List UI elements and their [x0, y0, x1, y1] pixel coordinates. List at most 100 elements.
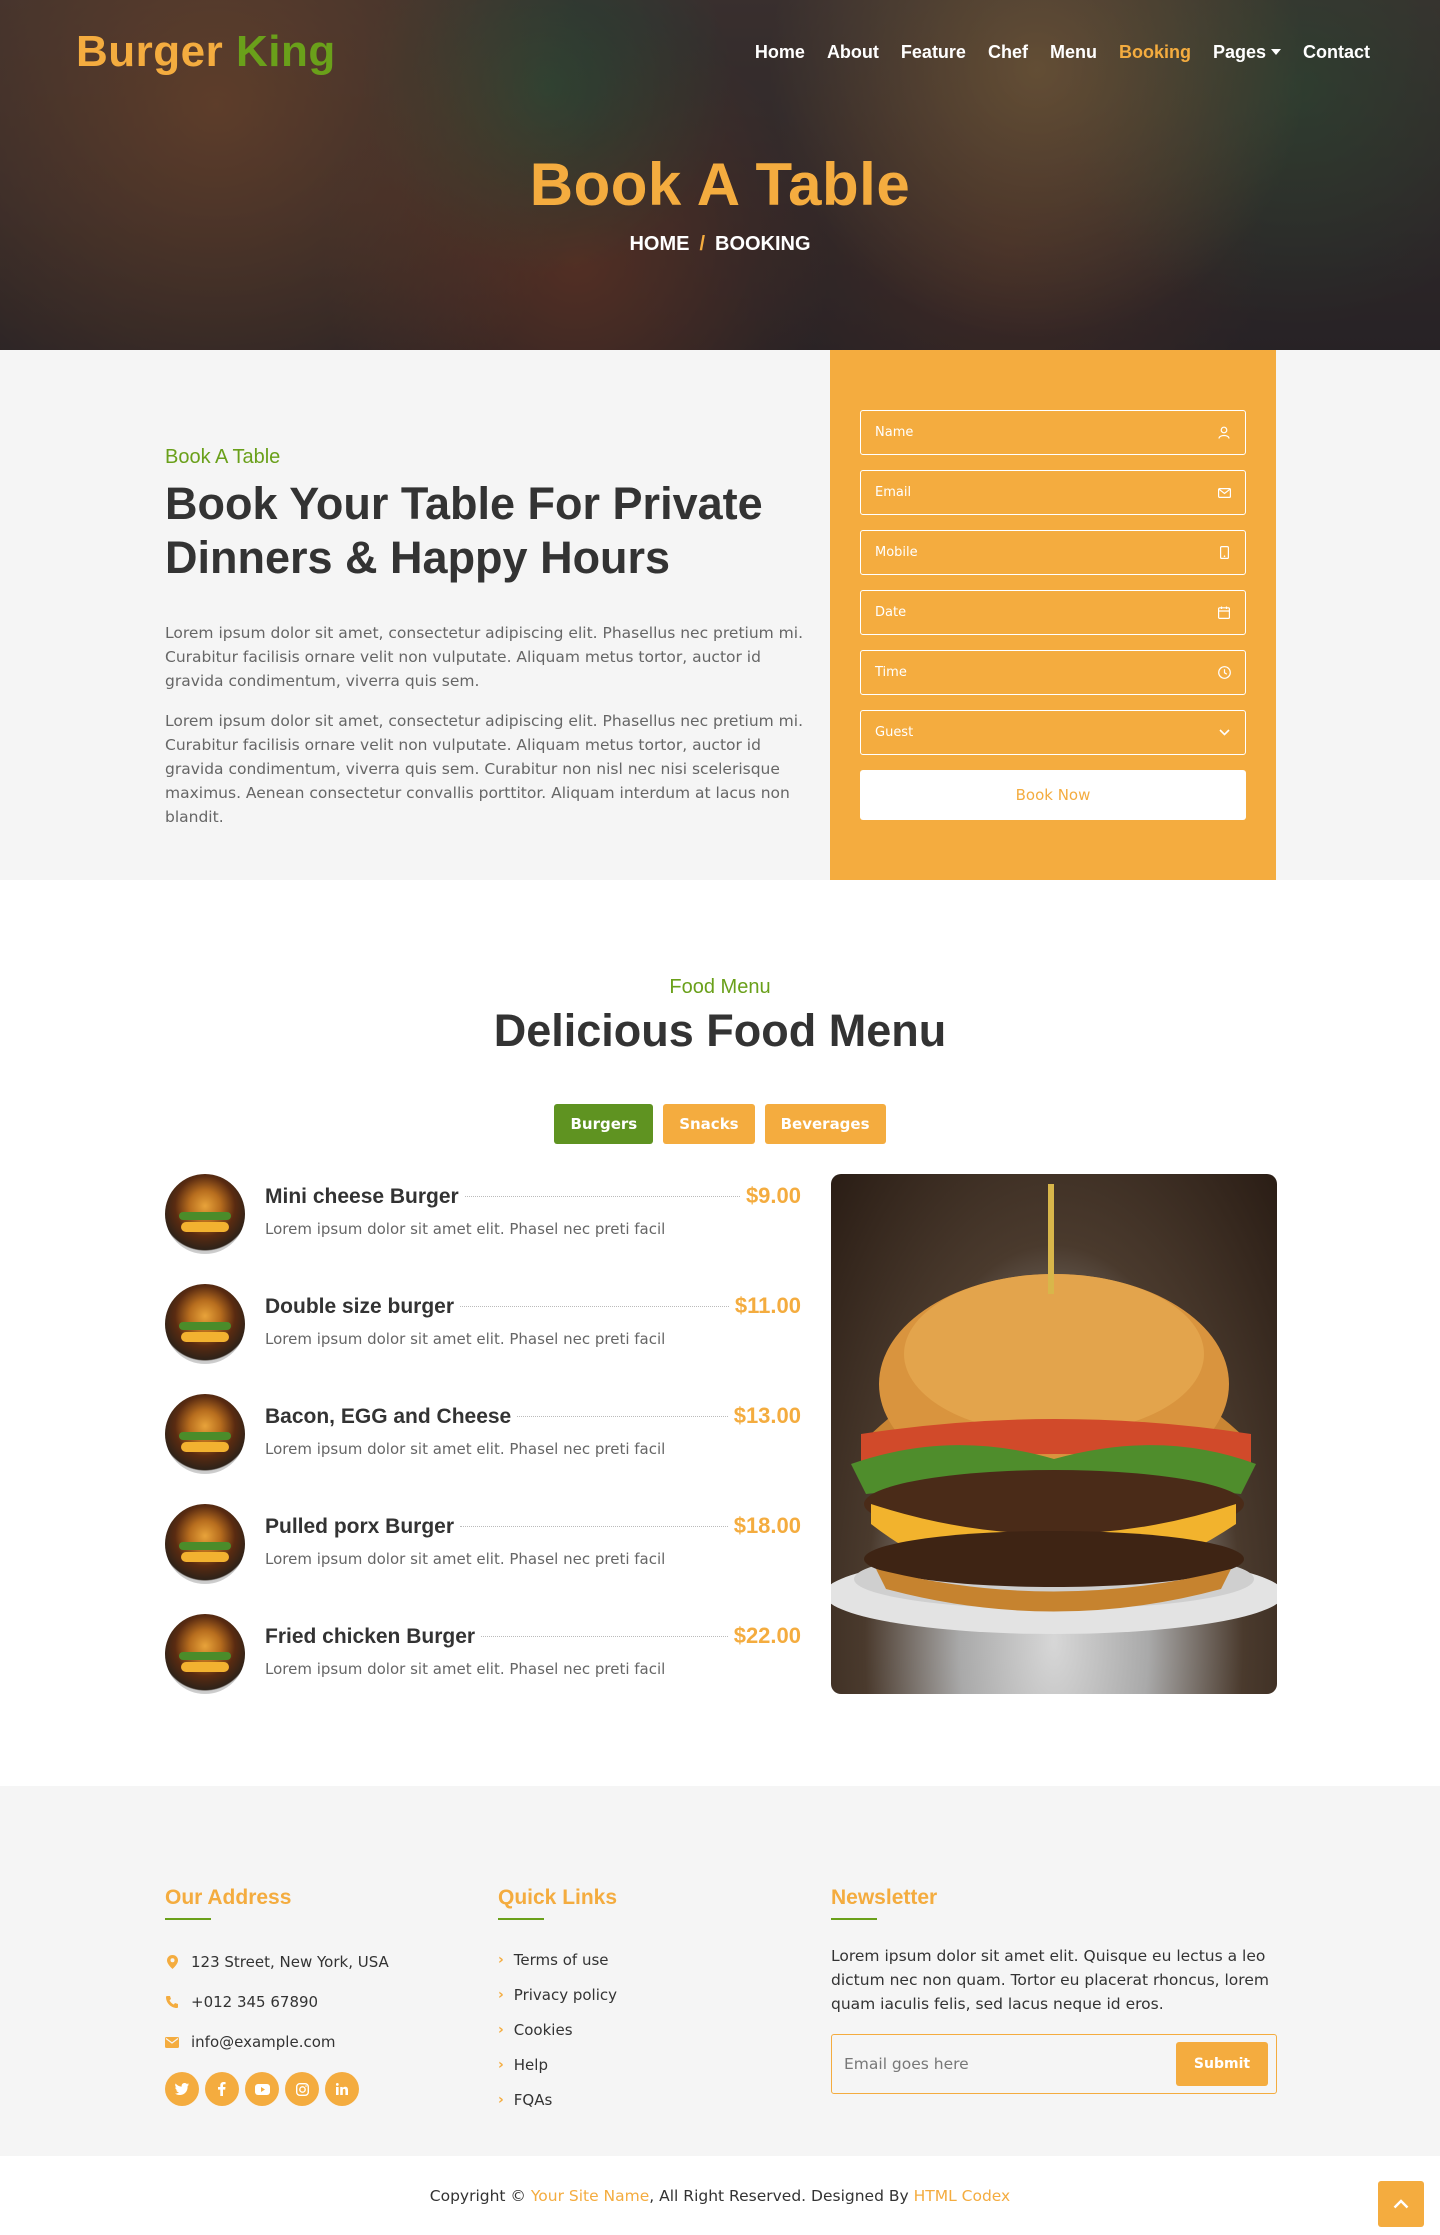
menu-item-row: Bacon, EGG and Cheese $13.00 — [265, 1403, 801, 1429]
facebook-icon[interactable] — [205, 2072, 239, 2106]
menu-item-description: Lorem ipsum dolor sit amet elit. Phasel … — [265, 1660, 666, 1678]
featured-burger-image — [831, 1174, 1277, 1694]
brand-part2: King — [235, 27, 336, 76]
breadcrumb-home[interactable]: HOME — [629, 233, 689, 256]
chevron-right-icon: › — [498, 1951, 504, 1968]
address-title: Our Address — [165, 1886, 292, 1909]
date-field[interactable]: Date — [860, 590, 1246, 635]
address-line: 123 Street, New York, USA — [165, 1942, 389, 1982]
back-to-top-button[interactable] — [1378, 2181, 1424, 2227]
email-field[interactable]: Email — [860, 470, 1246, 515]
copyright-bar: Copyright © Your Site Name, All Right Re… — [0, 2156, 1440, 2235]
nav-pages-dropdown[interactable]: Pages — [1213, 42, 1281, 63]
footer-address: Our Address 123 Street, New York, USA +0… — [165, 1886, 389, 2106]
twitter-icon[interactable] — [165, 2072, 199, 2106]
title-underline — [165, 1918, 211, 1920]
link-label: Privacy policy — [513, 1985, 618, 2004]
instagram-icon[interactable] — [285, 2072, 319, 2106]
burger-thumbnail — [165, 1504, 245, 1584]
link-privacy[interactable]: › Privacy policy — [498, 1977, 617, 2012]
menu-item-name: Double size burger — [265, 1295, 455, 1318]
link-label: Cookies — [513, 2020, 573, 2039]
navbar: Burger King Home About Feature Chef Menu… — [0, 0, 1440, 104]
envelope-icon — [165, 2036, 179, 2048]
menu-header: Food Menu Delicious Food Menu — [0, 976, 1440, 1057]
booking-paragraph-1: Lorem ipsum dolor sit amet, consectetur … — [165, 624, 804, 690]
nav-menu[interactable]: Menu — [1050, 42, 1097, 63]
menu-item-body: Bacon, EGG and Cheese $13.00 Lorem ipsum… — [265, 1394, 801, 1458]
tab-snacks[interactable]: Snacks — [663, 1104, 755, 1144]
hero-title-block: Book A Table HOME / BOOKING — [0, 150, 1440, 256]
menu-item-description: Lorem ipsum dolor sit amet elit. Phasel … — [265, 1550, 666, 1568]
nav-booking[interactable]: Booking — [1119, 42, 1191, 63]
calendar-icon — [1217, 606, 1231, 620]
tab-beverages[interactable]: Beverages — [764, 1104, 886, 1144]
link-label: Terms of use — [513, 1950, 609, 1969]
user-icon — [1217, 426, 1231, 440]
mobile-placeholder: Mobile — [875, 545, 918, 560]
booking-heading-line2: Dinners & Happy Hours — [165, 532, 671, 583]
email-address: info@example.com — [191, 2033, 336, 2051]
guest-selected-value: Guest — [875, 725, 914, 740]
menu-item-description: Lorem ipsum dolor sit amet elit. Phasel … — [265, 1220, 666, 1238]
chevron-right-icon: › — [498, 1986, 504, 2003]
tab-burgers[interactable]: Burgers — [554, 1104, 654, 1144]
designer-link[interactable]: HTML Codex — [914, 2187, 1011, 2205]
menu-heading: Delicious Food Menu — [493, 1005, 947, 1056]
chevron-right-icon: › — [498, 2091, 504, 2108]
food-menu-section: Food Menu Delicious Food Menu Burgers Sn… — [0, 880, 1440, 1786]
youtube-icon[interactable] — [245, 2072, 279, 2106]
menu-item: Double size burger $11.00 Lorem ipsum do… — [165, 1284, 801, 1394]
page-title: Book A Table — [529, 151, 911, 218]
footer-quick-links: Quick Links › Terms of use › Privacy polic… — [498, 1886, 617, 2117]
link-label: Help — [513, 2055, 548, 2074]
link-label: FQAs — [513, 2090, 553, 2109]
nav-home[interactable]: Home — [755, 42, 805, 63]
menu-item-body: Pulled porx Burger $18.00 Lorem ipsum do… — [265, 1504, 801, 1568]
link-cookies[interactable]: › Cookies — [498, 2012, 617, 2047]
booking-paragraph-2: Lorem ipsum dolor sit amet, consectetur … — [165, 712, 804, 826]
menu-item-name: Bacon, EGG and Cheese — [265, 1405, 512, 1428]
menu-item: Mini cheese Burger $9.00 Lorem ipsum dol… — [165, 1174, 801, 1284]
menu-item: Fried chicken Burger $22.00 Lorem ipsum … — [165, 1614, 801, 1724]
newsletter-title: Newsletter — [831, 1886, 938, 1909]
breadcrumb: HOME / BOOKING — [0, 233, 1440, 256]
address-street: 123 Street, New York, USA — [191, 1953, 389, 1971]
copyright-middle: , All Right Reserved. Designed By — [649, 2186, 914, 2205]
quick-links-title: Quick Links — [498, 1886, 618, 1909]
menu-item-body: Fried chicken Burger $22.00 Lorem ipsum … — [265, 1614, 801, 1678]
menu-item-row: Fried chicken Burger $22.00 — [265, 1623, 801, 1649]
book-now-button[interactable]: Book Now — [860, 770, 1246, 820]
name-field[interactable]: Name — [860, 410, 1246, 455]
nav-chef[interactable]: Chef — [988, 42, 1028, 63]
newsletter-text: Lorem ipsum dolor sit amet elit. Quisque… — [831, 1947, 1269, 2013]
newsletter-submit-button[interactable]: Submit — [1176, 2042, 1268, 2086]
phone-number: +012 345 67890 — [191, 1993, 319, 2011]
nav-feature[interactable]: Feature — [901, 42, 966, 63]
nav-contact[interactable]: Contact — [1303, 42, 1370, 63]
guest-select[interactable]: Guest — [860, 710, 1246, 755]
menu-item: Pulled porx Burger $18.00 Lorem ipsum do… — [165, 1504, 801, 1614]
site-name-link[interactable]: Your Site Name — [531, 2187, 649, 2205]
mobile-field[interactable]: Mobile — [860, 530, 1246, 575]
dotted-leader — [460, 1306, 729, 1307]
quick-links-list: › Terms of use › Privacy policy › Cookies ›… — [498, 1942, 617, 2117]
email-placeholder: Email — [875, 485, 912, 500]
linkedin-icon[interactable] — [325, 2072, 359, 2106]
brand-logo[interactable]: Burger King — [76, 27, 336, 77]
menu-item-description: Lorem ipsum dolor sit amet elit. Phasel … — [265, 1330, 666, 1348]
menu-item-price: $11.00 — [734, 1293, 801, 1318]
hero-header: Burger King Home About Feature Chef Menu… — [0, 0, 1440, 350]
link-terms[interactable]: › Terms of use — [498, 1942, 617, 1977]
menu-item-name: Fried chicken Burger — [265, 1625, 476, 1648]
dotted-leader — [464, 1196, 740, 1197]
nav-about[interactable]: About — [827, 42, 879, 63]
time-field[interactable]: Time — [860, 650, 1246, 695]
booking-form: Name Email Mobile Date Time Guest Book N… — [830, 350, 1276, 880]
newsletter-email-input[interactable]: Email goes here — [844, 2055, 969, 2073]
caret-down-icon — [1271, 48, 1281, 55]
footer-newsletter: Newsletter Lorem ipsum dolor sit amet el… — [831, 1886, 1277, 2094]
link-help[interactable]: › Help — [498, 2047, 617, 2082]
link-fqas[interactable]: › FQAs — [498, 2082, 617, 2117]
title-underline — [831, 1918, 877, 1920]
